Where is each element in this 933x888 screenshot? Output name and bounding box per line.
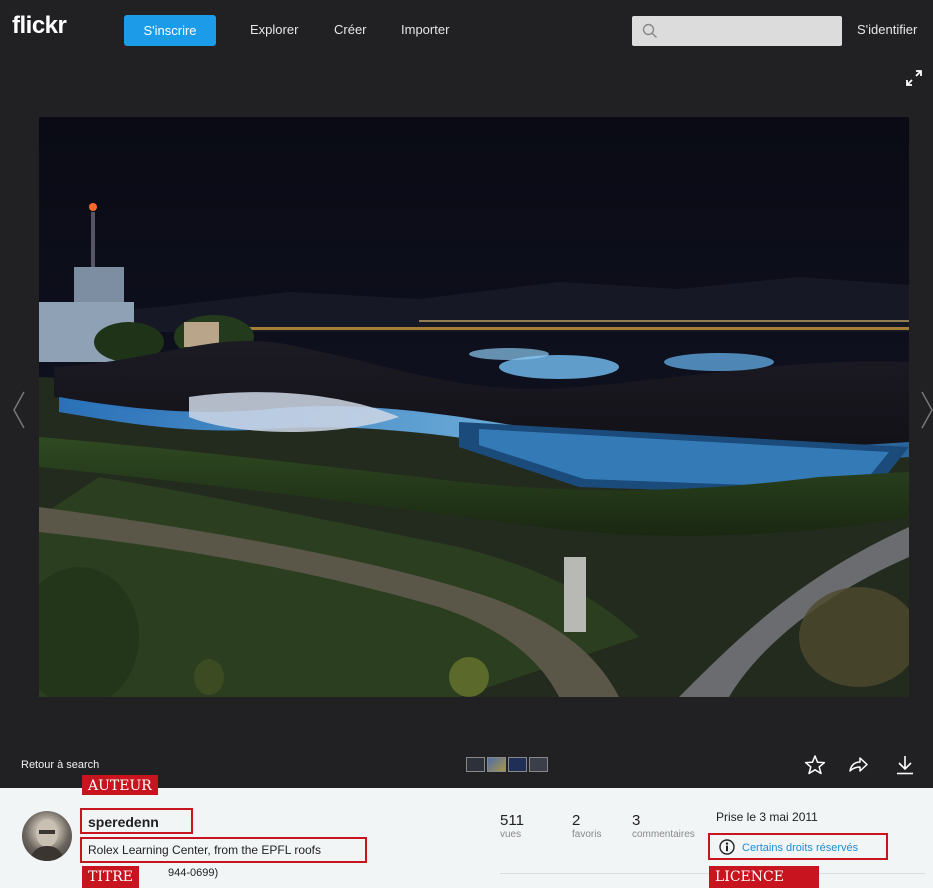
flickr-logo[interactable]: flickr bbox=[12, 12, 67, 40]
photo-description: 944-0699) bbox=[168, 867, 219, 879]
favorites-label: favoris bbox=[572, 829, 602, 840]
thumbnail[interactable] bbox=[529, 757, 548, 772]
views-count: 511 bbox=[500, 812, 524, 829]
download-icon[interactable] bbox=[894, 754, 916, 776]
date-taken: Prise le 3 mai 2011 bbox=[716, 810, 818, 824]
nav-link-importer[interactable]: Importer bbox=[401, 22, 449, 37]
author-annotation-box bbox=[80, 808, 193, 834]
previous-photo-arrow-icon[interactable] bbox=[12, 390, 26, 430]
title-annotation-tag: TITRE bbox=[82, 866, 139, 888]
photo-page: flickr S'inscrire Explorer Créer Importe… bbox=[0, 0, 933, 888]
views-label: vues bbox=[500, 829, 522, 840]
thumbnail[interactable] bbox=[508, 757, 527, 772]
comments-count: 3 bbox=[632, 812, 641, 829]
title-annotation-box bbox=[80, 837, 367, 863]
back-to-search-link[interactable]: Retour à search bbox=[21, 759, 99, 771]
search-icon bbox=[642, 23, 657, 38]
top-nav: flickr S'inscrire Explorer Créer Importe… bbox=[0, 0, 933, 60]
thumbnail[interactable] bbox=[466, 757, 485, 772]
signin-link[interactable]: S'identifier bbox=[857, 22, 917, 37]
photostream-thumbnails bbox=[466, 757, 548, 773]
fullscreen-icon[interactable] bbox=[904, 68, 924, 88]
nav-link-explorer[interactable]: Explorer bbox=[250, 22, 298, 37]
comments-label: commentaires bbox=[632, 829, 695, 840]
next-photo-arrow-icon[interactable] bbox=[920, 390, 933, 430]
license-annotation-tag: LICENCE bbox=[709, 866, 819, 888]
avatar-portrait bbox=[30, 819, 64, 861]
author-annotation-tag: AUTEUR bbox=[82, 775, 158, 795]
signup-button[interactable]: S'inscrire bbox=[124, 15, 216, 46]
search-input[interactable] bbox=[632, 16, 842, 46]
favorites-count: 2 bbox=[572, 812, 581, 829]
avatar[interactable] bbox=[22, 811, 72, 861]
share-icon[interactable] bbox=[847, 754, 869, 776]
main-photo[interactable] bbox=[39, 117, 909, 697]
thumbnail[interactable] bbox=[487, 757, 506, 772]
photo-image bbox=[39, 117, 909, 697]
license-annotation-box bbox=[708, 833, 888, 860]
nav-link-creer[interactable]: Créer bbox=[334, 22, 367, 37]
favorite-star-icon[interactable] bbox=[804, 754, 826, 776]
